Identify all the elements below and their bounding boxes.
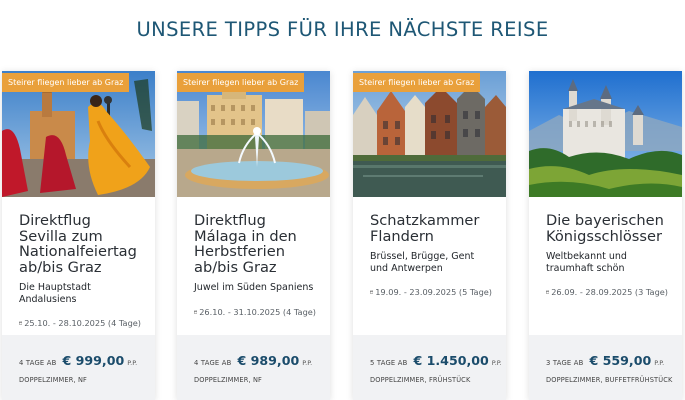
per-person-label: P.P. (127, 359, 138, 367)
trip-image-sevilla[interactable]: Steirer fliegen lieber ab Graz (2, 71, 155, 197)
trip-card-malaga[interactable]: Steirer fliegen lieber ab Graz Direktflu… (177, 71, 330, 400)
trip-dates: 26.10. - 31.10.2025 (4 Tage) (194, 307, 316, 317)
per-person-label: P.P. (491, 359, 502, 367)
trip-card-sevilla[interactable]: Steirer fliegen lieber ab Graz Direktflu… (2, 71, 155, 400)
trip-price: € 559,00 (589, 353, 652, 368)
calendar-icon (370, 290, 374, 294)
trip-image-flandern[interactable]: Steirer fliegen lieber ab Graz (353, 71, 506, 197)
trip-dates: 19.09. - 23.09.2025 (5 Tage) (370, 287, 492, 297)
trip-price-footer: 5 TAGE AB € 1.450,00 P.P. DOPPELZIMMER, … (353, 335, 506, 400)
calendar-icon (19, 321, 23, 325)
per-person-label: P.P. (302, 359, 313, 367)
section-title: UNSERE TIPPS FÜR IHRE NÄCHSTE REISE (136, 18, 549, 41)
trip-title[interactable]: Direktflug Málaga in den Herbstferien ab… (194, 213, 316, 275)
trip-title[interactable]: Die bayerischen Königsschlösser (546, 213, 668, 244)
calendar-icon (194, 309, 198, 314)
trip-image-malaga[interactable]: Steirer fliegen lieber ab Graz (177, 71, 330, 197)
trip-subtitle: Juwel im Süden Spaniens (194, 282, 314, 293)
trip-dates-text: 26.09. - 28.09.2025 (3 Tage) (551, 287, 668, 297)
trip-cards: Steirer fliegen lieber ab Graz Direktflu… (0, 71, 685, 400)
trip-dates: 25.10. - 28.10.2025 (4 Tage) (19, 318, 141, 328)
trip-card-koenigsschloesser[interactable]: Die bayerischen Königsschlösser Weltbeka… (529, 71, 682, 400)
trip-price: € 1.450,00 (413, 353, 489, 368)
calendar-icon (546, 290, 550, 294)
promo-badge: Steirer fliegen lieber ab Graz (353, 73, 481, 92)
duration-label: 5 TAGE AB (370, 359, 408, 367)
trip-price: € 999,00 (62, 353, 125, 368)
trip-subtitle: Die Hauptstadt Andalusiens (19, 282, 91, 305)
promo-badge: Steirer fliegen lieber ab Graz (2, 73, 130, 92)
per-person-label: P.P. (654, 359, 665, 367)
trip-image-neuschwanstein[interactable] (529, 71, 682, 197)
trip-price-footer: 4 TAGE AB € 989,00 P.P. DOPPELZIMMER, NF (177, 335, 330, 400)
duration-label: 3 TAGE AB (546, 359, 584, 367)
room-type: DOPPELZIMMER, NF (194, 376, 262, 384)
trip-title[interactable]: Schatzkammer Flandern (370, 213, 492, 244)
trip-dates-text: 19.09. - 23.09.2025 (5 Tage) (375, 287, 492, 297)
trip-price-footer: 3 TAGE AB € 559,00 P.P. DOPPELZIMMER, BU… (529, 335, 682, 400)
promo-badge: Steirer fliegen lieber ab Graz (177, 73, 305, 92)
room-type: DOPPELZIMMER, BUFFETFRÜHSTÜCK (546, 376, 673, 384)
trip-price-footer: 4 TAGE AB € 999,00 P.P. DOPPELZIMMER, NF (2, 335, 155, 400)
trip-dates-text: 25.10. - 28.10.2025 (4 Tage) (24, 318, 141, 328)
duration-label: 4 TAGE AB (19, 359, 57, 367)
trip-subtitle: Brüssel, Brügge, Gent und Antwerpen (370, 251, 475, 274)
trip-dates: 26.09. - 28.09.2025 (3 Tage) (546, 287, 668, 297)
trip-card-flandern[interactable]: Steirer fliegen lieber ab Graz Schatzkam… (353, 71, 506, 400)
neuschwanstein-castle-image (529, 71, 682, 197)
trip-title[interactable]: Direktflug Sevilla zum Nationalfeiertag … (19, 213, 141, 275)
duration-label: 4 TAGE AB (194, 359, 232, 367)
trip-price: € 989,00 (237, 353, 300, 368)
room-type: DOPPELZIMMER, FRÜHSTÜCK (370, 376, 471, 384)
trip-dates-text: 26.10. - 31.10.2025 (4 Tage) (199, 306, 316, 317)
trip-subtitle: Weltbekannt und traumhaft schön (546, 251, 627, 274)
room-type: DOPPELZIMMER, NF (19, 376, 87, 384)
